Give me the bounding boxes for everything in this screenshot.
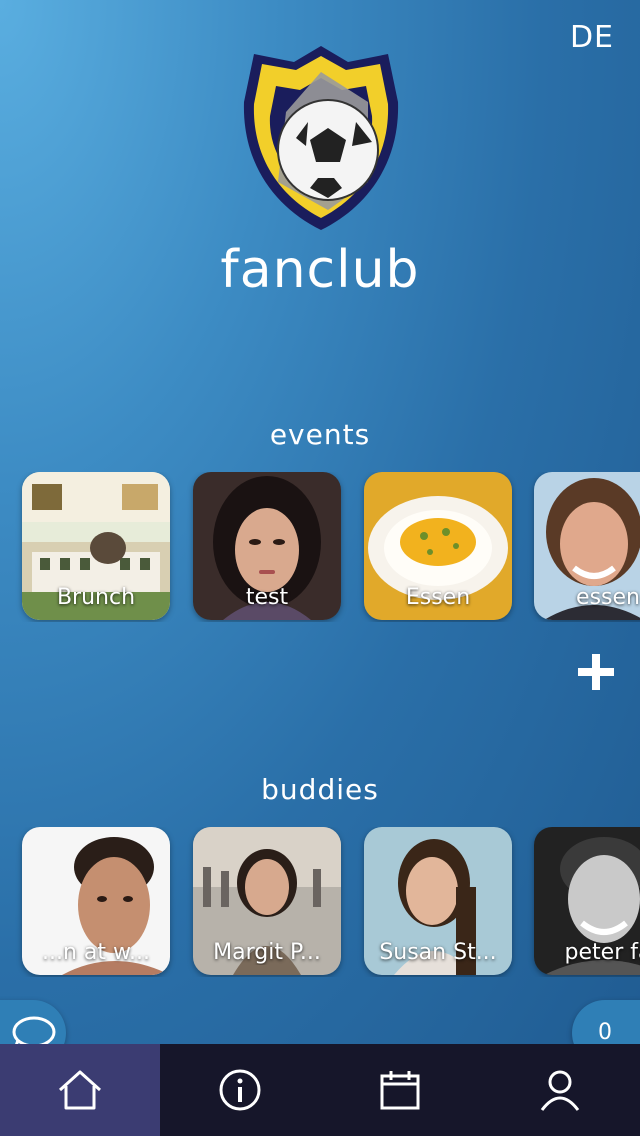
bottom-tab-bar — [0, 1044, 640, 1136]
add-event-icon[interactable] — [576, 652, 616, 692]
tab-profile[interactable] — [480, 1044, 640, 1136]
buddy-card-2[interactable]: Margit P... — [193, 827, 341, 975]
user-icon — [540, 1070, 580, 1111]
info-icon — [219, 1069, 261, 1111]
tab-calendar[interactable] — [320, 1044, 480, 1136]
buddy-label: peter fa — [564, 940, 640, 965]
buddy-label: Margit P... — [213, 940, 321, 965]
buddy-card-4[interactable]: peter fa — [534, 827, 640, 975]
event-card-essen-2[interactable]: essen — [534, 472, 640, 620]
language-switch[interactable]: DE — [570, 20, 614, 55]
buddy-card-1[interactable]: ...n at w... — [22, 827, 170, 975]
event-label: essen — [576, 585, 640, 610]
event-card-brunch[interactable]: Brunch — [22, 472, 170, 620]
event-label: Essen — [405, 585, 471, 610]
tab-home[interactable] — [0, 1044, 160, 1136]
event-card-essen[interactable]: Essen — [364, 472, 512, 620]
brand-title: fanclub — [220, 240, 420, 300]
event-label: test — [245, 585, 289, 610]
buddies-heading: buddies — [261, 773, 379, 806]
buddies-carousel[interactable]: ...n at w... Margit P... Susan St... pet… — [0, 827, 640, 977]
events-heading: events — [269, 418, 371, 451]
tab-info[interactable] — [160, 1044, 320, 1136]
calendar-icon — [380, 1071, 420, 1110]
buddy-label: Susan St... — [379, 940, 497, 965]
buddy-label: ...n at w... — [42, 940, 150, 965]
event-card-test[interactable]: test — [193, 472, 341, 620]
events-carousel[interactable]: Brunch test Essen essen — [0, 472, 640, 622]
buddy-card-3[interactable]: Susan St... — [364, 827, 512, 975]
event-label: Brunch — [56, 585, 136, 610]
home-icon — [58, 1070, 102, 1110]
fanclub-logo — [243, 46, 399, 230]
